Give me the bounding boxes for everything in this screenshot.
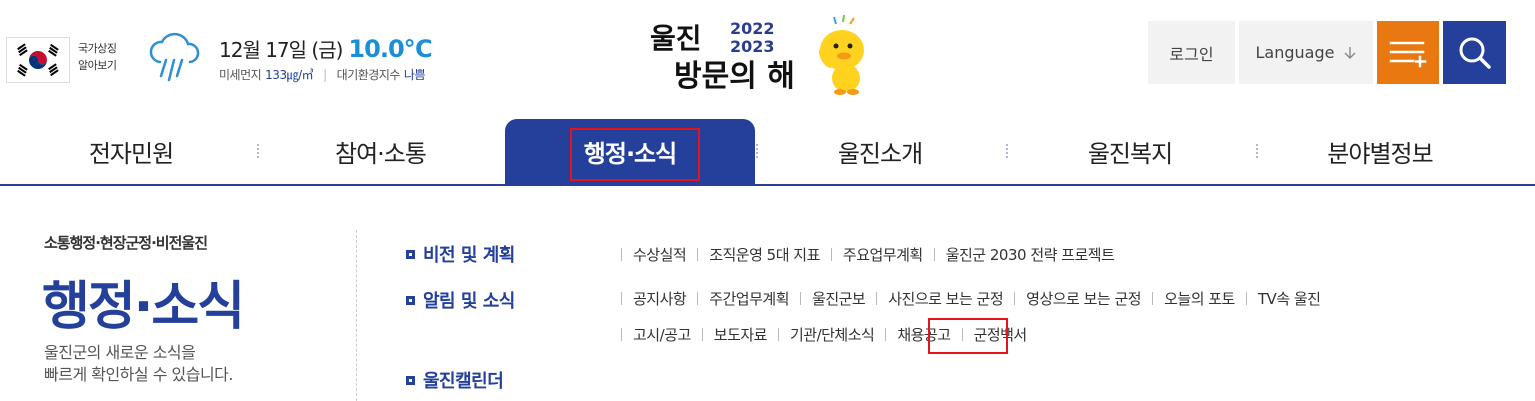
link-todays-photo[interactable]: 오늘의 포토 — [1152, 288, 1235, 309]
gnb-item-about[interactable]: 울진소개 — [755, 119, 1005, 184]
login-button[interactable]: 로그인 — [1148, 21, 1235, 84]
logo-text-line2: 방문의 해 — [674, 59, 795, 94]
gnb-item-civil[interactable]: 전자민원 — [6, 119, 256, 184]
separator: | — [323, 67, 327, 82]
submenu-desc-line1: 울진군의 새로운 소식을 — [44, 343, 196, 362]
dust-value: 133㎍/㎥ — [265, 68, 314, 82]
language-label: Language — [1255, 43, 1335, 62]
submenu-divider — [356, 230, 357, 401]
link-org-indicators[interactable]: 조직운영 5대 지표 — [697, 244, 820, 265]
arrow-down-icon — [1344, 46, 1356, 59]
menu-plus-icon[interactable] — [1377, 21, 1439, 84]
link-video-admin[interactable]: 영상으로 보는 군정 — [1014, 288, 1141, 309]
rain-cloud-icon — [146, 32, 202, 88]
language-button[interactable]: Language — [1239, 21, 1373, 84]
link-public-notice[interactable]: 고시/공고 — [621, 324, 691, 345]
link-2030-strategy[interactable]: 울진군 2030 전략 프로젝트 — [934, 244, 1115, 265]
category-calendar[interactable]: 울진캘린더 — [406, 367, 504, 393]
air-index-label: 대기환경지수 — [336, 68, 401, 82]
highlight-box — [570, 128, 700, 181]
air-index-value: 나쁨 — [403, 68, 426, 82]
link-work-plan[interactable]: 주요업무계획 — [831, 244, 923, 265]
bullet-square-icon — [406, 249, 415, 259]
link-notices[interactable]: 공지사항 — [621, 288, 687, 309]
mascot-icon — [819, 14, 864, 95]
submenu-title: 행정·소식 — [42, 277, 245, 337]
vision-links: 수상실적 조직운영 5대 지표 주요업무계획 울진군 2030 전략 프로젝트 — [621, 244, 1115, 265]
logo-year-1: 2022 — [730, 19, 775, 38]
link-tv-uljin[interactable]: TV속 울진 — [1246, 288, 1321, 309]
link-county-bulletin[interactable]: 울진군보 — [800, 288, 866, 309]
date-text: 12월 17일 (금) — [219, 38, 343, 62]
link-photo-admin[interactable]: 사진으로 보는 군정 — [876, 288, 1003, 309]
news-links-row1: 공지사항 주간업무계획 울진군보 사진으로 보는 군정 영상으로 보는 군정 오… — [621, 288, 1321, 309]
submenu-kicker: 소통행정·현장군정·비전울진 — [44, 234, 208, 252]
logo-text-line1: 울진 — [650, 22, 702, 55]
flag-label-line1: 국가상징 — [78, 42, 117, 55]
submenu-description: 울진군의 새로운 소식을 빠르게 확인하실 수 있습니다. — [44, 342, 233, 386]
link-awards[interactable]: 수상실적 — [621, 244, 687, 265]
gnb-underline — [0, 184, 1535, 186]
temperature-text: 10.0℃ — [348, 35, 432, 63]
search-icon[interactable] — [1443, 21, 1506, 84]
main-navigation: 전자민원 참여·소통 행정·소식 울진소개 울진복지 분야별정보 — [0, 119, 1535, 185]
gnb-item-fields[interactable]: 분야별정보 — [1255, 119, 1505, 184]
logo-year-2: 2023 — [730, 37, 775, 56]
date-weather: 12월 17일 (금) 10.0℃ — [219, 34, 433, 63]
category-label: 알림 및 소식 — [423, 291, 515, 312]
link-press-release[interactable]: 보도자료 — [702, 324, 768, 345]
national-symbol-link[interactable]: 국가상징 알아보기 — [78, 40, 117, 74]
link-org-news[interactable]: 기관/단체소식 — [778, 324, 875, 345]
gnb-item-participation[interactable]: 참여·소통 — [256, 119, 505, 184]
bullet-square-icon — [406, 295, 415, 305]
link-weekly-plan[interactable]: 주간업무계획 — [697, 288, 789, 309]
category-label: 비전 및 계획 — [423, 245, 515, 266]
category-label: 울진캘린더 — [423, 371, 504, 392]
submenu-desc-line2: 빠르게 확인하실 수 있습니다. — [44, 365, 233, 384]
gnb-item-welfare[interactable]: 울진복지 — [1005, 119, 1255, 184]
flag-label-line2: 알아보기 — [78, 59, 117, 72]
dust-label: 미세먼지 — [219, 68, 262, 82]
national-flag-icon[interactable] — [6, 37, 70, 83]
category-news[interactable]: 알림 및 소식 — [406, 287, 515, 313]
bullet-square-icon — [406, 375, 415, 385]
air-quality-info: 미세먼지 133㎍/㎥ | 대기환경지수 나쁨 — [219, 66, 426, 83]
category-vision[interactable]: 비전 및 계획 — [406, 241, 515, 267]
site-logo[interactable]: 울진 방문의 해 2022 2023 — [646, 12, 876, 96]
highlight-box — [928, 318, 1008, 354]
